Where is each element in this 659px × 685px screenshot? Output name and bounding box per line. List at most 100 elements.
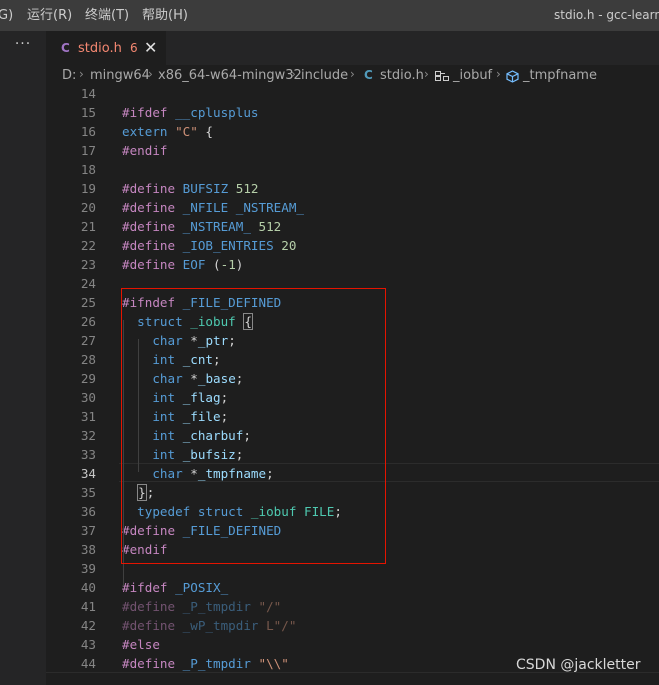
code-token: "\\" (258, 656, 289, 671)
code-token: #define (122, 219, 183, 234)
close-icon[interactable]: ✕ (144, 38, 157, 57)
menu-partial-item[interactable]: G) (0, 0, 13, 31)
line-number: 28 (80, 352, 96, 367)
breadcrumb-field[interactable]: _tmpfname (523, 68, 597, 83)
tab-bar: C stdio.h 6 ✕ (46, 31, 659, 65)
line-number: 15 (80, 105, 96, 120)
code-token: #define (122, 181, 183, 196)
breadcrumb-include[interactable]: include (301, 68, 348, 83)
line-number: 44 (80, 656, 96, 671)
code-line: 42 #define _wP_tmpdir L"/" (46, 616, 659, 635)
breadcrumb-struct[interactable]: _iobuf (453, 68, 492, 83)
code-token: EOF (182, 257, 214, 272)
code-token: "C" (175, 124, 198, 139)
code-token: #ifdef (122, 580, 176, 595)
code-token: ( (213, 257, 221, 272)
code-text: #define BUFSIZ 512 (122, 179, 259, 198)
line-number: 14 (80, 87, 96, 101)
code-line: 43 #else (46, 635, 659, 654)
window-title: stdio.h - gcc-learn - (554, 8, 659, 22)
code-line: 40 #ifdef _POSIX_ (46, 578, 659, 597)
code-token: extern (122, 124, 176, 139)
code-text: #define _NFILE _NSTREAM_ (122, 198, 304, 217)
c-file-icon: C (364, 68, 373, 82)
line-number: 24 (80, 276, 96, 291)
line-number: 26 (80, 314, 96, 329)
code-token: L"/" (266, 618, 297, 633)
code-line: 22 #define _IOB_ENTRIES 20 (46, 236, 659, 255)
line-number: 32 (80, 428, 96, 443)
breadcrumb: D: › mingw64 › x86_64-w64-mingw32 › incl… (46, 65, 659, 87)
code-line: 18 (46, 160, 659, 179)
code-text: #else (122, 635, 160, 654)
code-token: _P_tmpdir (182, 599, 259, 614)
field-icon (506, 70, 519, 83)
code-text: #define _wP_tmpdir L"/" (122, 616, 296, 635)
code-token: _IOB_ENTRIES (182, 238, 282, 253)
code-token: #define (122, 257, 183, 272)
line-number: 16 (80, 124, 96, 139)
line-number: 40 (80, 580, 96, 595)
code-token: #ifdef (122, 105, 176, 120)
code-line: 15 #ifdef __cplusplus (46, 103, 659, 122)
breadcrumb-file[interactable]: stdio.h (380, 68, 424, 83)
code-line: 19 #define BUFSIZ 512 (46, 179, 659, 198)
menu-terminal[interactable]: 终端(T) (85, 0, 129, 31)
line-number: 30 (80, 390, 96, 405)
line-number: 17 (80, 143, 96, 158)
code-text: #ifdef __cplusplus (122, 103, 258, 122)
tab-stdio-h[interactable]: C stdio.h 6 ✕ (46, 31, 166, 65)
line-number: 39 (80, 561, 96, 576)
breadcrumb-x86_64-w64-mingw32[interactable]: x86_64-w64-mingw32 (158, 68, 302, 83)
code-token: #endif (122, 143, 168, 158)
code-token: -1 (220, 257, 236, 272)
line-number: 38 (80, 542, 96, 557)
line-number: 37 (80, 523, 96, 538)
watermark: CSDN @jackletter (516, 657, 641, 673)
line-number: 18 (80, 162, 96, 177)
more-actions-icon[interactable]: ··· (0, 36, 46, 52)
line-number: 20 (80, 200, 96, 215)
code-token: ) (235, 257, 244, 272)
code-token: _NFILE _NSTREAM_ (182, 200, 304, 215)
code-text: #define _IOB_ENTRIES 20 (122, 236, 296, 255)
code-token: #define (122, 238, 183, 253)
activity-bar: ··· (0, 31, 46, 685)
code-line: 16 extern "C" { (46, 122, 659, 141)
tab-filename: stdio.h (78, 41, 122, 56)
chevron-right-icon: › (496, 67, 501, 81)
line-number: 19 (80, 181, 96, 196)
code-token: _POSIX_ (175, 580, 229, 595)
line-number: 31 (80, 409, 96, 424)
code-text: extern "C" { (122, 122, 213, 141)
line-number: 27 (80, 333, 96, 348)
breadcrumb-drive[interactable]: D: (62, 68, 76, 83)
line-number: 42 (80, 618, 96, 633)
line-number: 34 (80, 466, 96, 481)
line-number: 22 (80, 238, 96, 253)
code-token: #else (122, 637, 160, 652)
code-text: #ifdef _POSIX_ (122, 578, 228, 597)
code-line: 14 (46, 87, 659, 103)
chevron-right-icon: › (350, 67, 355, 81)
line-number: 29 (80, 371, 96, 386)
code-text: #define _P_tmpdir "\\" (122, 654, 289, 673)
code-token: #define (122, 599, 183, 614)
code-token: 512 (235, 181, 259, 196)
code-token: _wP_tmpdir (182, 618, 267, 633)
line-number: 23 (80, 257, 96, 272)
code-text: #define _NSTREAM_ 512 (122, 217, 281, 236)
c-file-icon: C (61, 41, 70, 55)
chevron-right-icon: › (79, 67, 84, 81)
menu-run[interactable]: 运行(R) (27, 0, 72, 31)
line-number: 33 (80, 447, 96, 462)
code-text: #define _P_tmpdir "/" (122, 597, 281, 616)
breadcrumb-mingw64[interactable]: mingw64 (90, 68, 150, 83)
line-number: 36 (80, 504, 96, 519)
menu-help[interactable]: 帮助(H) (142, 0, 188, 31)
code-token: #define (122, 618, 183, 633)
code-line: 41 #define _P_tmpdir "/" (46, 597, 659, 616)
code-text: #define EOF (-1) (122, 255, 243, 274)
code-line: 21 #define _NSTREAM_ 512 (46, 217, 659, 236)
code-line: 17 #endif (46, 141, 659, 160)
